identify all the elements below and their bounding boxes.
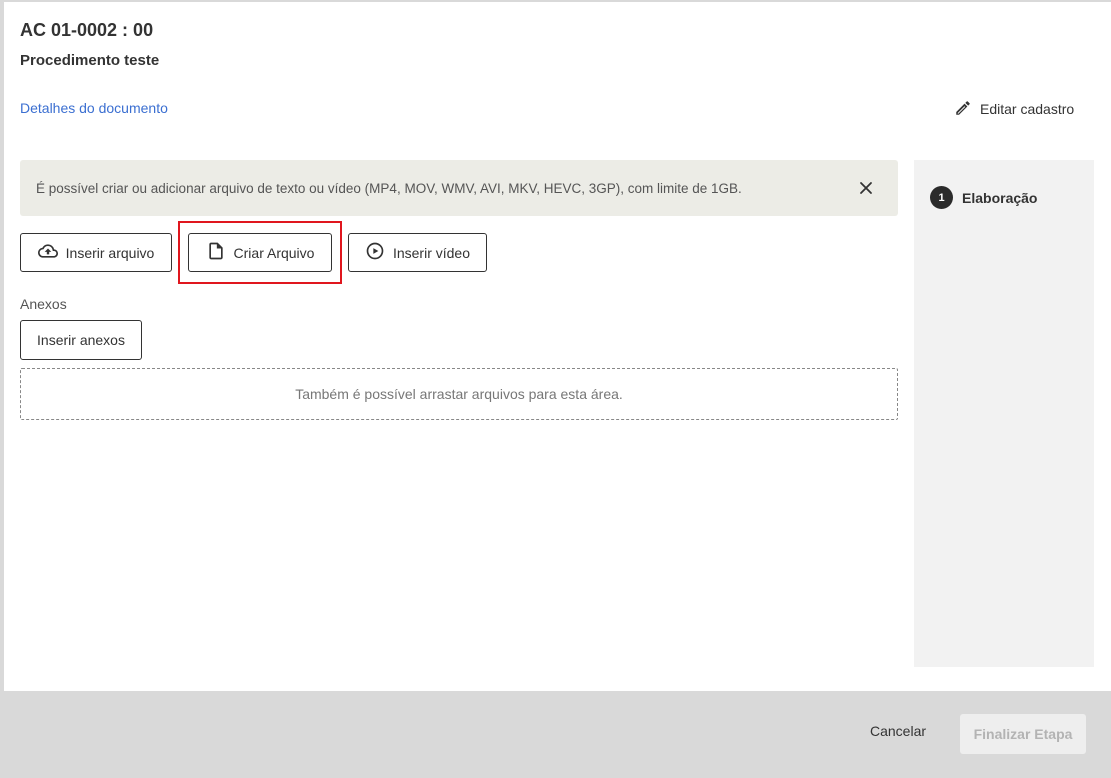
insert-file-button[interactable]: Inserir arquivo bbox=[20, 233, 172, 272]
document-title: Procedimento teste bbox=[20, 52, 160, 69]
edit-registration-label: Editar cadastro bbox=[980, 101, 1075, 117]
insert-video-label: Inserir vídeo bbox=[392, 244, 471, 261]
play-circle-icon bbox=[365, 241, 385, 264]
file-dropzone[interactable]: Também é possível arrastar arquivos para… bbox=[20, 368, 898, 420]
file-icon bbox=[206, 241, 226, 264]
document-details-link[interactable]: Detalhes do documento bbox=[20, 100, 168, 116]
steps-panel: 1 Elaboração bbox=[914, 160, 1094, 667]
info-banner-text: É possível criar ou adicionar arquivo de… bbox=[36, 180, 742, 196]
edit-registration-button[interactable]: Editar cadastro bbox=[954, 97, 1074, 121]
cancel-button[interactable]: Cancelar bbox=[870, 723, 926, 739]
info-banner: É possível criar ou adicionar arquivo de… bbox=[20, 160, 898, 216]
dropzone-text: Também é possível arrastar arquivos para… bbox=[295, 386, 623, 402]
attachments-section-label: Anexos bbox=[20, 296, 67, 312]
create-file-button[interactable]: Criar Arquivo bbox=[188, 233, 332, 272]
close-icon[interactable] bbox=[858, 180, 874, 196]
document-page: AC 01-0002 : 00 Procedimento teste Detal… bbox=[4, 2, 1111, 691]
footer-bar: Cancelar Finalizar Etapa bbox=[4, 691, 1111, 778]
cloud-upload-icon bbox=[37, 241, 58, 264]
document-code: AC 01-0002 : 00 bbox=[20, 20, 154, 40]
insert-attachments-button[interactable]: Inserir anexos bbox=[20, 320, 142, 360]
step-label: Elaboração bbox=[962, 189, 1038, 206]
insert-file-label: Inserir arquivo bbox=[65, 244, 155, 261]
step-item: 1 Elaboração bbox=[930, 186, 1037, 209]
pencil-icon bbox=[954, 99, 972, 120]
create-file-label: Criar Arquivo bbox=[233, 244, 315, 261]
step-number-badge: 1 bbox=[930, 186, 953, 209]
insert-video-button[interactable]: Inserir vídeo bbox=[348, 233, 487, 272]
finish-step-button[interactable]: Finalizar Etapa bbox=[960, 714, 1086, 754]
